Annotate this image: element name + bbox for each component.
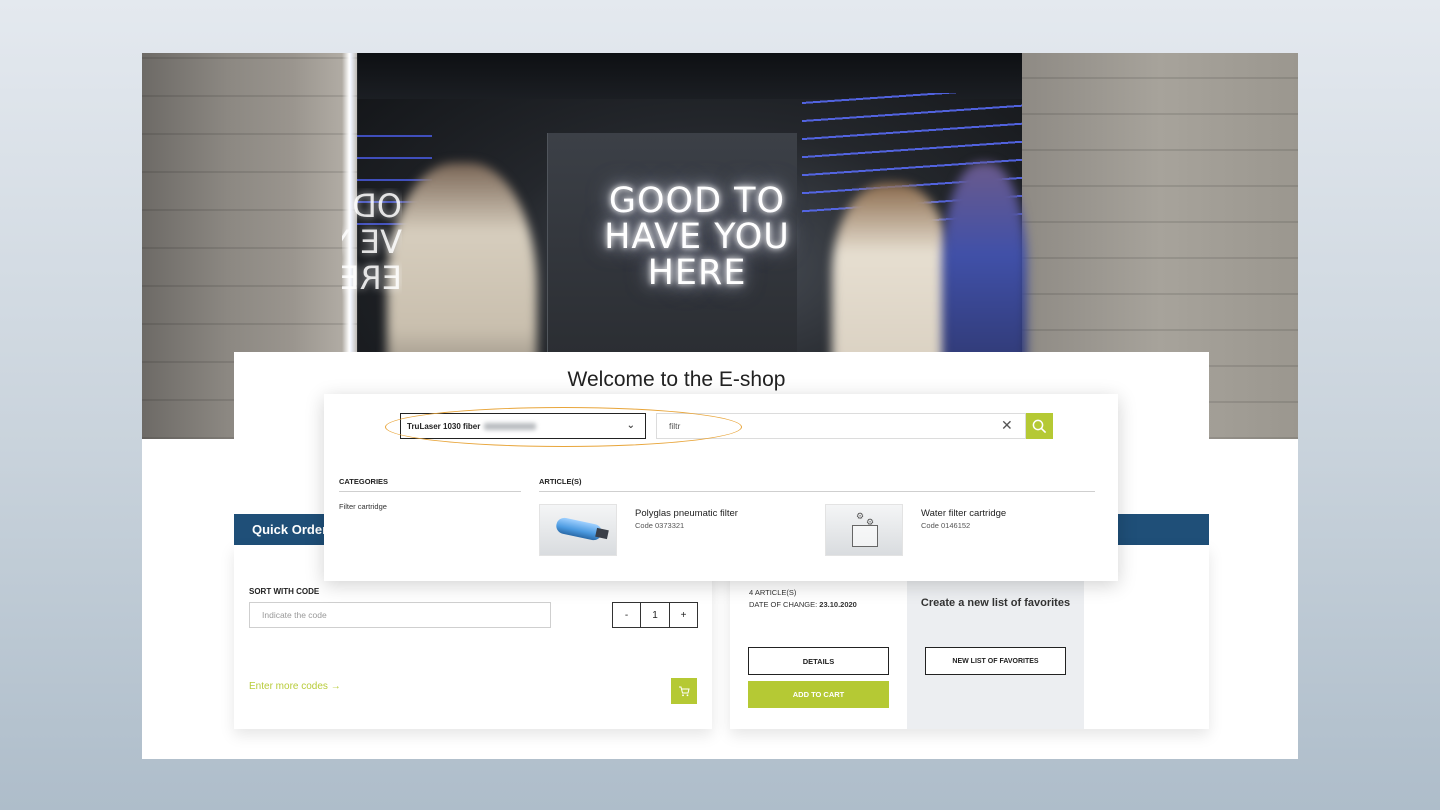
details-button[interactable]: DETAILS xyxy=(748,647,889,675)
add-to-cart-button[interactable] xyxy=(671,678,697,704)
new-list-of-favorites-button[interactable]: NEW LIST OF FAVORITES xyxy=(925,647,1066,675)
hero-neon-reflection: OD VE Y ERE xyxy=(342,188,402,296)
favorites-info: 4 ARTICLE(S) DATE OF CHANGE: 23.10.2020 xyxy=(749,587,857,611)
gear-icon: ⚙ xyxy=(866,517,875,527)
neon-line: GOOD TO xyxy=(608,181,786,221)
articles-heading: ARTICLE(S) xyxy=(539,477,582,486)
neon-reflection-line: ERE xyxy=(342,259,402,296)
quantity-increment-button[interactable]: + xyxy=(669,603,697,627)
date-of-change-value: 23.10.2020 xyxy=(819,600,857,609)
sort-with-code-label: SORT WITH CODE xyxy=(249,587,320,596)
search-button[interactable] xyxy=(1026,413,1053,439)
neon-line: HERE xyxy=(647,253,747,293)
code-input[interactable] xyxy=(249,602,551,628)
search-dropdown-panel: TruLaser 1030 fiber ⌄ filtr ✕ CATEGORIES… xyxy=(324,394,1118,581)
gear-icon: ⚙ xyxy=(856,511,865,521)
article-code: Code 0373321 xyxy=(635,521,685,530)
highlight-annotation xyxy=(385,407,742,447)
article-name[interactable]: Water filter cartridge xyxy=(921,508,1006,519)
date-of-change-label: DATE OF CHANGE: xyxy=(749,600,818,609)
box-icon xyxy=(852,525,878,547)
categories-divider xyxy=(339,491,521,492)
quantity-stepper: - 1 + xyxy=(612,602,698,628)
enter-more-codes-link[interactable]: Enter more codes → xyxy=(249,681,341,692)
neon-reflection-line: OD xyxy=(352,188,402,225)
article-name[interactable]: Polyglas pneumatic filter xyxy=(635,508,738,519)
favorites-add-to-cart-button[interactable]: ADD TO CART xyxy=(748,681,889,708)
articles-divider xyxy=(539,491,1095,492)
article-code: Code 0146152 xyxy=(921,521,971,530)
favorites-date-row: DATE OF CHANGE: 23.10.2020 xyxy=(749,599,857,611)
article-image-polyglas-filter[interactable] xyxy=(539,504,617,556)
neon-reflection-line: VE Y xyxy=(342,223,402,261)
hero-neon-sign: GOOD TO HAVE YOU HERE xyxy=(597,183,797,291)
quantity-value[interactable]: 1 xyxy=(641,603,669,627)
quantity-decrement-button[interactable]: - xyxy=(613,603,641,627)
search-icon xyxy=(1032,419,1047,433)
article-image-water-filter[interactable]: ⚙ ⚙ xyxy=(825,504,903,556)
categories-heading: CATEGORIES xyxy=(339,477,389,486)
close-icon[interactable]: ✕ xyxy=(1001,418,1013,432)
neon-line: HAVE YOU xyxy=(604,217,790,257)
create-new-list-text: Create a new list of favorites xyxy=(920,597,1071,609)
cart-icon xyxy=(679,686,690,696)
quick-order-title: Quick Order xyxy=(252,522,328,537)
category-item[interactable]: Filter cartridge xyxy=(339,502,387,511)
page-title: Welcome to the E-shop xyxy=(567,368,786,391)
favorites-article-count: 4 ARTICLE(S) xyxy=(749,588,797,597)
